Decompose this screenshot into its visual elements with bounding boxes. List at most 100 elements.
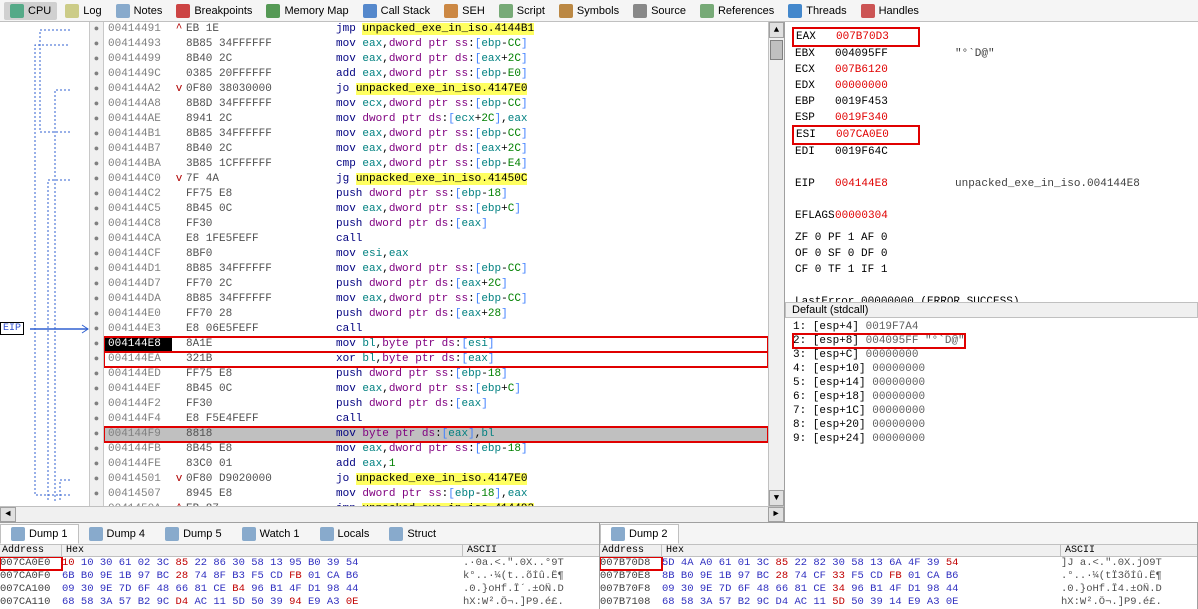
reg-eip[interactable]: EIP004144E8unpacked_exe_in_iso.004144E8 [795,176,1188,192]
dump-body-left[interactable]: 007CA0E0 10 10 30 61 02 3C 85 22 86 30 5… [0,557,599,609]
bp-dot[interactable]: ● [90,247,103,262]
bp-dot[interactable]: ● [90,22,103,37]
disasm-line[interactable]: 004144DA8B85 34FFFFFFmov eax,dword ptr s… [104,292,768,307]
disasm-line[interactable]: 004144EF8B45 0Cmov eax,dword ptr ss:[ebp… [104,382,768,397]
disasm-line[interactable]: 004144FB8B45 E8mov eax,dword ptr ss:[ebp… [104,442,768,457]
dump-row[interactable]: 007B70E8 8B B0 9E 1B 97 BC 28 74 CF 33 F… [600,570,1197,583]
disasm-vscrollbar[interactable]: ▲ ▼ [768,22,784,506]
tab-dump-5[interactable]: Dump 5 [155,525,232,543]
bp-dot[interactable]: ● [90,442,103,457]
dump-row[interactable]: 007CA0F0 6B B0 9E 1B 97 BC 28 74 8F B3 F… [0,570,599,583]
toolbar-seh[interactable]: SEH [438,2,491,20]
scroll-down-arrow[interactable]: ▼ [769,490,784,506]
scroll-left-arrow[interactable]: ◄ [0,507,16,522]
stack-header[interactable]: Default (stdcall) [785,302,1198,318]
toolbar-notes[interactable]: Notes [110,2,169,20]
bp-dot[interactable]: ● [90,97,103,112]
reg-esi[interactable]: ESI007CA0E0 [795,126,1188,144]
bp-dot[interactable]: ● [90,37,103,52]
bp-dot[interactable]: ● [90,412,103,427]
toolbar-breakpoints[interactable]: Breakpoints [170,2,258,20]
disasm-line[interactable]: 004144D7FF70 2Cpush dword ptr ds:[eax+2C… [104,277,768,292]
bp-dot[interactable]: ● [90,217,103,232]
bp-dot[interactable]: ● [90,487,103,502]
disasm-line[interactable]: 004144F2FF30push dword ptr ds:[eax] [104,397,768,412]
stack-row[interactable]: 4: [esp+10] 00000000 [793,362,1190,376]
bp-dot[interactable]: ● [90,202,103,217]
disasm-line[interactable]: 00414501v0F80 D9020000jo unpacked_exe_in… [104,472,768,487]
disasm-line[interactable]: 004144B18B85 34FFFFFFmov eax,dword ptr s… [104,127,768,142]
bp-dot[interactable]: ● [90,502,103,506]
dump-row[interactable]: 007B70F8 09 30 9E 7D 6F 48 66 81 CE 34 9… [600,583,1197,596]
disasm-line[interactable]: 004144D18B85 34FFFFFFmov eax,dword ptr s… [104,262,768,277]
bp-dot[interactable]: ● [90,262,103,277]
reg-ecx[interactable]: ECX007B6120 [795,62,1188,78]
disasm-line[interactable]: 0041449C0385 20FFFFFFadd eax,dword ptr s… [104,67,768,82]
stack-row[interactable]: 2: [esp+8] 004095FF "°`D@" [793,334,1190,348]
bp-dot[interactable]: ● [90,382,103,397]
bp-dot[interactable]: ● [90,157,103,172]
breakpoint-gutter[interactable]: ●●●●●●●●●●●●●●●●●●●●●●●●●●●●●●●●●● [90,22,104,506]
disasm-line[interactable]: 004144A2v0F80 38030000jo unpacked_exe_in… [104,82,768,97]
bp-dot[interactable]: ● [90,112,103,127]
tab-watch-1[interactable]: Watch 1 [232,525,310,543]
disasm-line[interactable]: 004144B78B40 2Cmov eax,dword ptr ds:[eax… [104,142,768,157]
bp-dot[interactable]: ● [90,322,103,337]
dump-row[interactable]: 007CA110 68 58 3A 57 B2 9C D4 AC 11 5D 5… [0,596,599,609]
bp-dot[interactable]: ● [90,472,103,487]
dump-row[interactable]: 007CA100 09 30 9E 7D 6F 48 66 81 CE B4 9… [0,583,599,596]
col-address[interactable]: Address [0,545,62,556]
disasm-line[interactable]: 004144BA3B85 1CFFFFFFcmp eax,dword ptr s… [104,157,768,172]
bp-dot[interactable]: ● [90,52,103,67]
stack-row[interactable]: 5: [esp+14] 00000000 [793,376,1190,390]
bp-dot[interactable]: ● [90,307,103,322]
scroll-up-arrow[interactable]: ▲ [769,22,784,38]
bp-dot[interactable]: ● [90,292,103,307]
disasm-hscrollbar[interactable]: ◄ ► [0,506,784,522]
disasm-line[interactable]: 00414491^EB 1Ejmp unpacked_exe_in_iso.41… [104,22,768,37]
bp-dot[interactable]: ● [90,232,103,247]
stack-panel[interactable]: 1: [esp+4] 0019F7A42: [esp+8] 004095FF "… [785,318,1198,522]
bp-dot[interactable]: ● [90,352,103,367]
tab-locals[interactable]: Locals [310,525,380,543]
stack-row[interactable]: 3: [esp+C] 00000000 [793,348,1190,362]
bp-dot[interactable]: ● [90,427,103,442]
disasm-line[interactable]: 004144EA321Bxor bl,byte ptr ds:[eax] [104,352,768,367]
reg-ebx[interactable]: EBX004095FF"°`D@" [795,46,1188,62]
disasm-line[interactable]: 004144F4E8 F5E4FEFFcall [104,412,768,427]
tab-dump-2[interactable]: Dump 2 [600,524,679,544]
toolbar-handles[interactable]: Handles [855,2,925,20]
disasm-line[interactable]: 004144998B40 2Cmov eax,dword ptr ds:[eax… [104,52,768,67]
bp-dot[interactable]: ● [90,127,103,142]
tab-dump-4[interactable]: Dump 4 [79,525,156,543]
disasm-line[interactable]: 004144A88B8D 34FFFFFFmov ecx,dword ptr s… [104,97,768,112]
toolbar-script[interactable]: Script [493,2,551,20]
disasm-line[interactable]: 004145078945 E8mov dword ptr ss:[ebp-18]… [104,487,768,502]
disasm-line[interactable]: 004144FE83C0 01add eax,1 [104,457,768,472]
toolbar-memory-map[interactable]: Memory Map [260,2,354,20]
bp-dot[interactable]: ● [90,187,103,202]
stack-row[interactable]: 6: [esp+18] 00000000 [793,390,1190,404]
reg-eax[interactable]: EAX007B70D3 [795,28,1188,46]
disasm-line[interactable]: 004144EDFF75 E8push dword ptr ss:[ebp-18… [104,367,768,382]
disasm-line[interactable]: 004144F98818mov byte ptr ds:[eax],bl [104,427,768,442]
disasm-line[interactable]: 0041450A^EB 87jmp unpacked_exe_in_iso.41… [104,502,768,506]
reg-esp[interactable]: ESP0019F340 [795,110,1188,126]
disasm-line[interactable]: 004144938B85 34FFFFFFmov eax,dword ptr s… [104,37,768,52]
disassembly-view[interactable]: 00414491^EB 1Ejmp unpacked_exe_in_iso.41… [104,22,768,506]
dump-row[interactable]: 007B7108 68 58 3A 57 B2 9C D4 AC 11 5D 5… [600,596,1197,609]
reg-edi[interactable]: EDI0019F64C [795,144,1188,160]
toolbar-log[interactable]: Log [59,2,107,20]
bp-dot[interactable]: ● [90,172,103,187]
disasm-line[interactable]: 004144AE8941 2Cmov dword ptr ds:[ecx+2C]… [104,112,768,127]
tab-struct[interactable]: Struct [379,525,446,543]
col-ascii[interactable]: ASCII [463,545,599,556]
bp-dot[interactable]: ● [90,337,103,352]
reg-edx[interactable]: EDX00000000 [795,78,1188,94]
bp-dot[interactable]: ● [90,457,103,472]
tab-dump-1[interactable]: Dump 1 [0,524,79,544]
bp-dot[interactable]: ● [90,82,103,97]
toolbar-cpu[interactable]: CPU [4,2,57,20]
disasm-line[interactable]: 004144CF8BF0mov esi,eax [104,247,768,262]
stack-row[interactable]: 7: [esp+1C] 00000000 [793,404,1190,418]
